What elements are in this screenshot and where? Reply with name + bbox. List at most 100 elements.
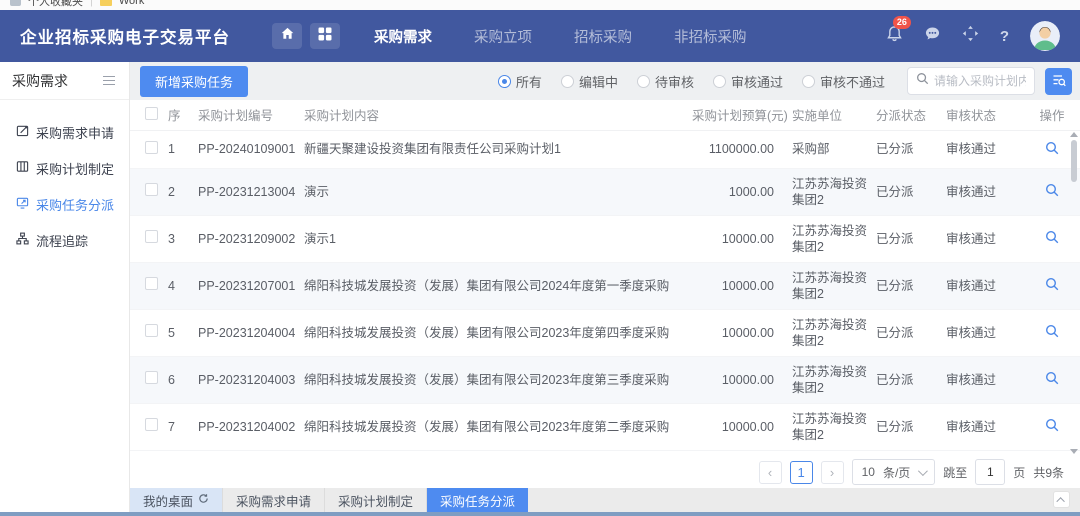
filter-radio-editing[interactable]: 编辑中 [561, 72, 618, 91]
row-checkbox[interactable] [145, 277, 158, 290]
favorites-label[interactable]: 个人收藏夹 [28, 0, 83, 9]
cell-implement-unit: 江苏苏海投资集团2 [788, 403, 872, 450]
header-quick-actions [272, 23, 340, 49]
folder-icon [100, 0, 112, 6]
radio-icon [802, 75, 815, 88]
nav-item-non-bidding-procurement[interactable]: 非招标采购 [674, 26, 747, 47]
bottom-tab-bar: 我的桌面 采购需求申请 采购计划制定 采购任务分派 [130, 488, 1080, 512]
magnifier-icon [1045, 232, 1059, 247]
advanced-search-button[interactable] [1045, 68, 1072, 95]
apps-grid-button[interactable] [310, 23, 340, 49]
cell-budget: 10000.00 [688, 403, 788, 450]
cell-budget: 10000.00 [688, 215, 788, 262]
tab-plan-make[interactable]: 采购计划制定 [325, 488, 427, 512]
filter-radio-audit-rejected[interactable]: 审核不通过 [802, 72, 885, 91]
sidebar-item-process-track[interactable]: 流程追踪 [0, 222, 129, 258]
cell-audit-status: 审核通过 [942, 215, 1024, 262]
tab-label: 我的桌面 [143, 491, 193, 510]
cell-audit-status: 审核通过 [942, 130, 1024, 168]
cell-plan-code: PP-20231204002 [194, 403, 300, 450]
row-checkbox[interactable] [145, 183, 158, 196]
current-page-button[interactable]: 1 [790, 461, 813, 484]
view-detail-button[interactable] [1043, 369, 1061, 390]
nav-item-procurement-demand[interactable]: 采购需求 [374, 26, 432, 47]
nav-item-procurement-initiation[interactable]: 采购立项 [474, 26, 532, 47]
cell-audit-status: 审核通过 [942, 403, 1024, 450]
tab-my-desktop[interactable]: 我的桌面 [130, 488, 223, 512]
next-page-button[interactable]: › [821, 461, 844, 484]
view-detail-button[interactable] [1043, 322, 1061, 343]
table-row: 6 PP-20231204003 绵阳科技城发展投资（发展）集团有限公司2023… [130, 356, 1080, 403]
table-row: 1 PP-20240109001 新疆天聚建设投资集团有限责任公司采购计划1 1… [130, 130, 1080, 168]
add-task-button[interactable]: 新增采购任务 [140, 66, 248, 97]
navigate-button[interactable] [962, 25, 979, 47]
search-input[interactable] [934, 74, 1026, 88]
notification-bell-button[interactable]: 26 [886, 25, 903, 47]
column-header-seq: 序 [164, 100, 194, 130]
screen: 个人收藏夹 | Work 企业招标采购电子交易平台 采购需求 采购立项 招标采购 [0, 0, 1080, 516]
refresh-icon [198, 493, 209, 507]
tab-demand-apply[interactable]: 采购需求申请 [223, 488, 325, 512]
view-detail-button[interactable] [1043, 181, 1061, 202]
sidebar-item-demand-apply[interactable]: 采购需求申请 [0, 114, 129, 150]
row-checkbox[interactable] [145, 371, 158, 384]
row-checkbox[interactable] [145, 324, 158, 337]
cell-implement-unit: 采购部 [788, 130, 872, 168]
table-row: 7 PP-20231204002 绵阳科技城发展投资（发展）集团有限公司2023… [130, 403, 1080, 450]
sidebar-item-plan-make[interactable]: 采购计划制定 [0, 150, 129, 186]
filter-radio-audit-passed[interactable]: 审核通过 [713, 72, 783, 91]
table-card: 序 采购计划编号 采购计划内容 采购计划预算(元) 实施单位 分派状态 审核状态… [130, 100, 1080, 488]
user-avatar[interactable] [1030, 21, 1060, 51]
tab-task-dispatch[interactable]: 采购任务分派 [427, 488, 528, 512]
filter-label: 审核不通过 [820, 72, 885, 91]
sidebar-item-task-dispatch[interactable]: 采购任务分派 [0, 186, 129, 222]
sidebar: 采购需求 采购需求申请 采购计划制定 [0, 62, 130, 512]
column-header-budget: 采购计划预算(元) [688, 100, 788, 130]
page-size-select[interactable]: 10 条/页 [852, 459, 936, 485]
scrollbar-thumb[interactable] [1071, 140, 1077, 182]
view-detail-button[interactable] [1043, 275, 1061, 296]
cell-plan-content: 演示 [300, 168, 688, 215]
toolbar: 新增采购任务 所有 编辑中 待审核 [130, 62, 1080, 100]
radio-icon [498, 75, 511, 88]
question-mark-icon: ? [1000, 28, 1009, 45]
view-detail-button[interactable] [1043, 416, 1061, 437]
sidebar-item-label: 采购计划制定 [36, 159, 114, 178]
flowchart-icon [16, 232, 29, 248]
table-scrollbar[interactable] [1070, 132, 1078, 454]
cell-seq: 6 [164, 356, 194, 403]
filter-label: 待审核 [655, 72, 694, 91]
chevron-up-icon [1056, 497, 1064, 505]
cell-assign-status: 已分派 [872, 356, 942, 403]
cell-audit-status: 审核通过 [942, 356, 1024, 403]
home-button[interactable] [272, 23, 302, 49]
cell-audit-status: 审核通过 [942, 262, 1024, 309]
work-folder-label[interactable]: Work [119, 0, 144, 7]
top-nav: 采购需求 采购立项 招标采购 非招标采购 [374, 26, 747, 47]
prev-page-button[interactable]: ‹ [759, 461, 782, 484]
cell-plan-content: 绵阳科技城发展投资（发展）集团有限公司2024年度第一季度采购 [300, 262, 688, 309]
row-checkbox[interactable] [145, 230, 158, 243]
sidebar-menu: 采购需求申请 采购计划制定 采购任务分派 [0, 100, 129, 258]
filter-radio-pending-audit[interactable]: 待审核 [637, 72, 694, 91]
scroll-top-button[interactable] [1053, 491, 1070, 508]
nav-item-bidding-procurement[interactable]: 招标采购 [574, 26, 632, 47]
scrollbar-up-arrow-icon[interactable] [1070, 132, 1078, 137]
scrollbar-down-arrow-icon[interactable] [1070, 449, 1078, 454]
search-icon [916, 72, 929, 90]
messages-button[interactable] [924, 25, 941, 47]
cell-budget: 1100000.00 [688, 130, 788, 168]
sidebar-collapse-button[interactable] [101, 74, 117, 88]
jump-page-input[interactable] [975, 459, 1005, 485]
edit-form-icon [16, 124, 29, 140]
view-detail-button[interactable] [1043, 228, 1061, 249]
status-filter-group: 所有 编辑中 待审核 审核通过 [498, 72, 885, 91]
help-button[interactable]: ? [1000, 28, 1009, 45]
cell-assign-status: 已分派 [872, 262, 942, 309]
view-detail-button[interactable] [1043, 139, 1061, 160]
row-checkbox[interactable] [145, 141, 158, 154]
cell-budget: 10000.00 [688, 309, 788, 356]
select-all-checkbox[interactable] [145, 107, 158, 120]
row-checkbox[interactable] [145, 418, 158, 431]
filter-radio-all[interactable]: 所有 [498, 72, 542, 91]
